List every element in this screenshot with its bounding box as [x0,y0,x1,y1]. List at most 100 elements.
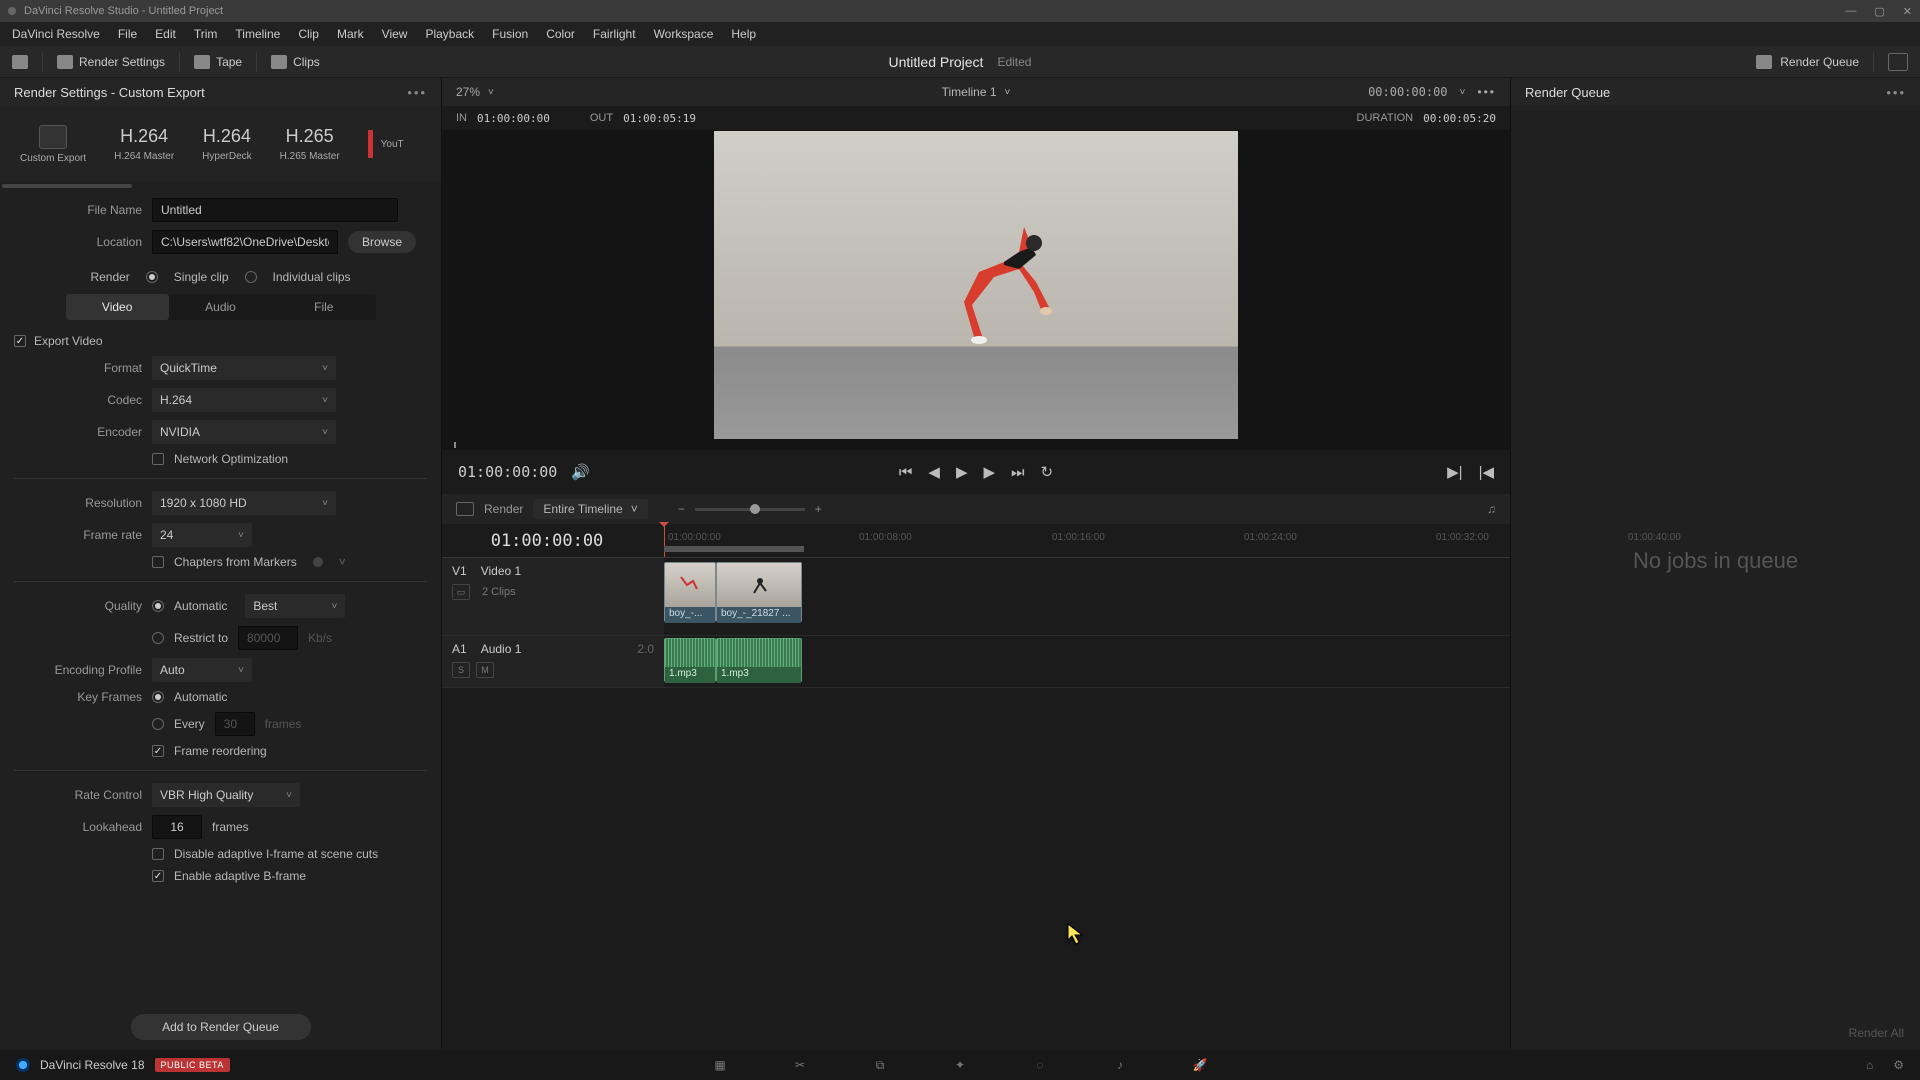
fairlight-page-icon[interactable]: ♪ [1110,1056,1130,1074]
chevron-down-icon[interactable]: ˅ [339,555,346,569]
audio-waveforms-icon[interactable]: ♫ [1487,502,1496,516]
quality-auto-radio[interactable] [152,600,164,612]
export-video-checkbox[interactable] [14,335,26,347]
frame-reorder-checkbox[interactable] [152,745,164,757]
timeline-empty-area[interactable] [442,688,1510,1050]
track-enable-icon[interactable]: ▭ [452,584,470,600]
panel-menu-icon[interactable]: ••• [407,85,427,100]
panel-menu-icon[interactable]: ••• [1886,85,1906,100]
timeline-zoom-slider[interactable] [695,508,805,511]
fusion-page-icon[interactable]: ✦ [950,1056,970,1074]
step-back-icon[interactable]: ◀ [928,463,940,481]
zoom-in-icon[interactable]: + [815,502,822,516]
menu-fairlight[interactable]: Fairlight [593,27,636,41]
resolution-select[interactable]: 1920 x 1080 HD˅ [152,491,336,515]
rate-control-select[interactable]: VBR High Quality˅ [152,783,300,807]
render-queue-button[interactable]: Render Queue [1756,55,1859,69]
tab-audio[interactable]: Audio [169,294,272,320]
mute-button[interactable]: M [476,662,494,678]
add-to-queue-button[interactable]: Add to Render Queue [131,1014,311,1040]
tab-file[interactable]: File [272,294,375,320]
render-all-button[interactable]: Render All [1511,1016,1920,1050]
play-icon[interactable]: ▶ [956,463,968,481]
render-range-select[interactable]: Entire Timeline˅ [533,499,647,519]
scrubber-marker[interactable] [454,442,456,448]
minimize-icon[interactable]: — [1845,5,1856,18]
preset-h264-master[interactable]: H.264H.264 Master [114,126,174,162]
chevron-down-icon[interactable]: ˅ [488,87,494,98]
menu-playback[interactable]: Playback [425,27,474,41]
in-out-range[interactable] [664,546,804,552]
audio-clip[interactable]: 1.mp3 [664,638,716,682]
last-frame-icon[interactable]: ⏭ [1011,464,1025,481]
next-clip-icon[interactable]: ▶| [1447,463,1462,481]
menu-file[interactable]: File [118,27,137,41]
clips-button[interactable]: Clips [271,55,320,69]
timeline-ruler[interactable]: 01:00:00:00 01:00:00:00 01:00:08:00 01:0… [442,524,1510,558]
viewer[interactable] [442,130,1510,440]
chevron-down-icon[interactable]: ˅ [1460,87,1466,98]
tape-button[interactable]: Tape [194,55,242,69]
solo-button[interactable]: S [452,662,470,678]
presets-button[interactable] [12,55,28,69]
loop-icon[interactable]: ↻ [1041,463,1054,481]
viewer-menu-icon[interactable]: ••• [1477,85,1496,99]
maximize-icon[interactable]: ▢ [1874,5,1884,18]
transport-timecode[interactable]: 01:00:00:00 [458,463,557,481]
menu-clip[interactable]: Clip [298,27,319,41]
timeline-name[interactable]: Timeline 1 [942,85,997,99]
menu-fusion[interactable]: Fusion [492,27,528,41]
kf-every-radio[interactable] [152,718,164,730]
enable-bframe-checkbox[interactable] [152,870,164,882]
location-input[interactable] [152,230,338,254]
first-frame-icon[interactable]: ⏮ [899,464,913,481]
preset-h265-master[interactable]: H.265H.265 Master [280,126,340,162]
render-settings-button[interactable]: Render Settings [57,55,165,69]
zoom-out-icon[interactable]: − [678,502,685,516]
enc-profile-select[interactable]: Auto˅ [152,658,252,682]
expand-button[interactable] [1888,53,1908,71]
edit-page-icon[interactable]: ⧉ [870,1056,890,1074]
menu-color[interactable]: Color [546,27,575,41]
settings-scroll[interactable]: File Name Location Browse Render Single … [0,188,441,1004]
kf-auto-radio[interactable] [152,691,164,703]
preset-strip[interactable]: Custom Export H.264H.264 Master H.264Hyp… [0,106,441,182]
timeline-view-icon[interactable] [456,502,474,516]
chapters-checkbox[interactable] [152,556,164,568]
cut-page-icon[interactable]: ✂ [790,1056,810,1074]
preset-youtube[interactable]: YouT [381,139,404,150]
disable-iframe-checkbox[interactable] [152,848,164,860]
prev-clip-icon[interactable]: |◀ [1479,463,1494,481]
browse-button[interactable]: Browse [348,231,416,253]
preset-custom[interactable]: Custom Export [20,125,86,164]
menu-timeline[interactable]: Timeline [235,27,280,41]
restrict-radio[interactable] [152,632,164,644]
menu-davinci[interactable]: DaVinci Resolve [12,27,100,41]
chevron-down-icon[interactable]: ˅ [1005,87,1011,98]
network-opt-checkbox[interactable] [152,453,164,465]
menu-edit[interactable]: Edit [155,27,176,41]
codec-select[interactable]: H.264˅ [152,388,336,412]
color-page-icon[interactable]: ◌ [1030,1056,1050,1074]
settings-gear-icon[interactable]: ⚙ [1893,1058,1904,1072]
encoder-select[interactable]: NVIDIA˅ [152,420,336,444]
menu-help[interactable]: Help [731,27,756,41]
deliver-page-icon[interactable]: 🚀 [1190,1056,1210,1074]
tab-video[interactable]: Video [66,294,169,320]
close-icon[interactable]: ✕ [1903,5,1912,18]
quality-best-select[interactable]: Best˅ [245,594,345,618]
step-forward-icon[interactable]: ▶ [983,463,995,481]
media-page-icon[interactable]: ▦ [710,1056,730,1074]
menu-view[interactable]: View [382,27,408,41]
preset-hyperdeck[interactable]: H.264HyperDeck [202,126,251,162]
kf-every-input[interactable] [215,712,255,736]
home-icon[interactable]: ⌂ [1866,1058,1873,1072]
menu-workspace[interactable]: Workspace [654,27,714,41]
restrict-value-input[interactable] [238,626,298,650]
video-clip[interactable]: boy_-_21827 ... [716,562,802,622]
menu-trim[interactable]: Trim [194,27,218,41]
format-select[interactable]: QuickTime˅ [152,356,336,380]
individual-clips-radio[interactable] [245,271,257,283]
video-clip[interactable]: boy_-... [664,562,716,622]
single-clip-radio[interactable] [146,271,158,283]
